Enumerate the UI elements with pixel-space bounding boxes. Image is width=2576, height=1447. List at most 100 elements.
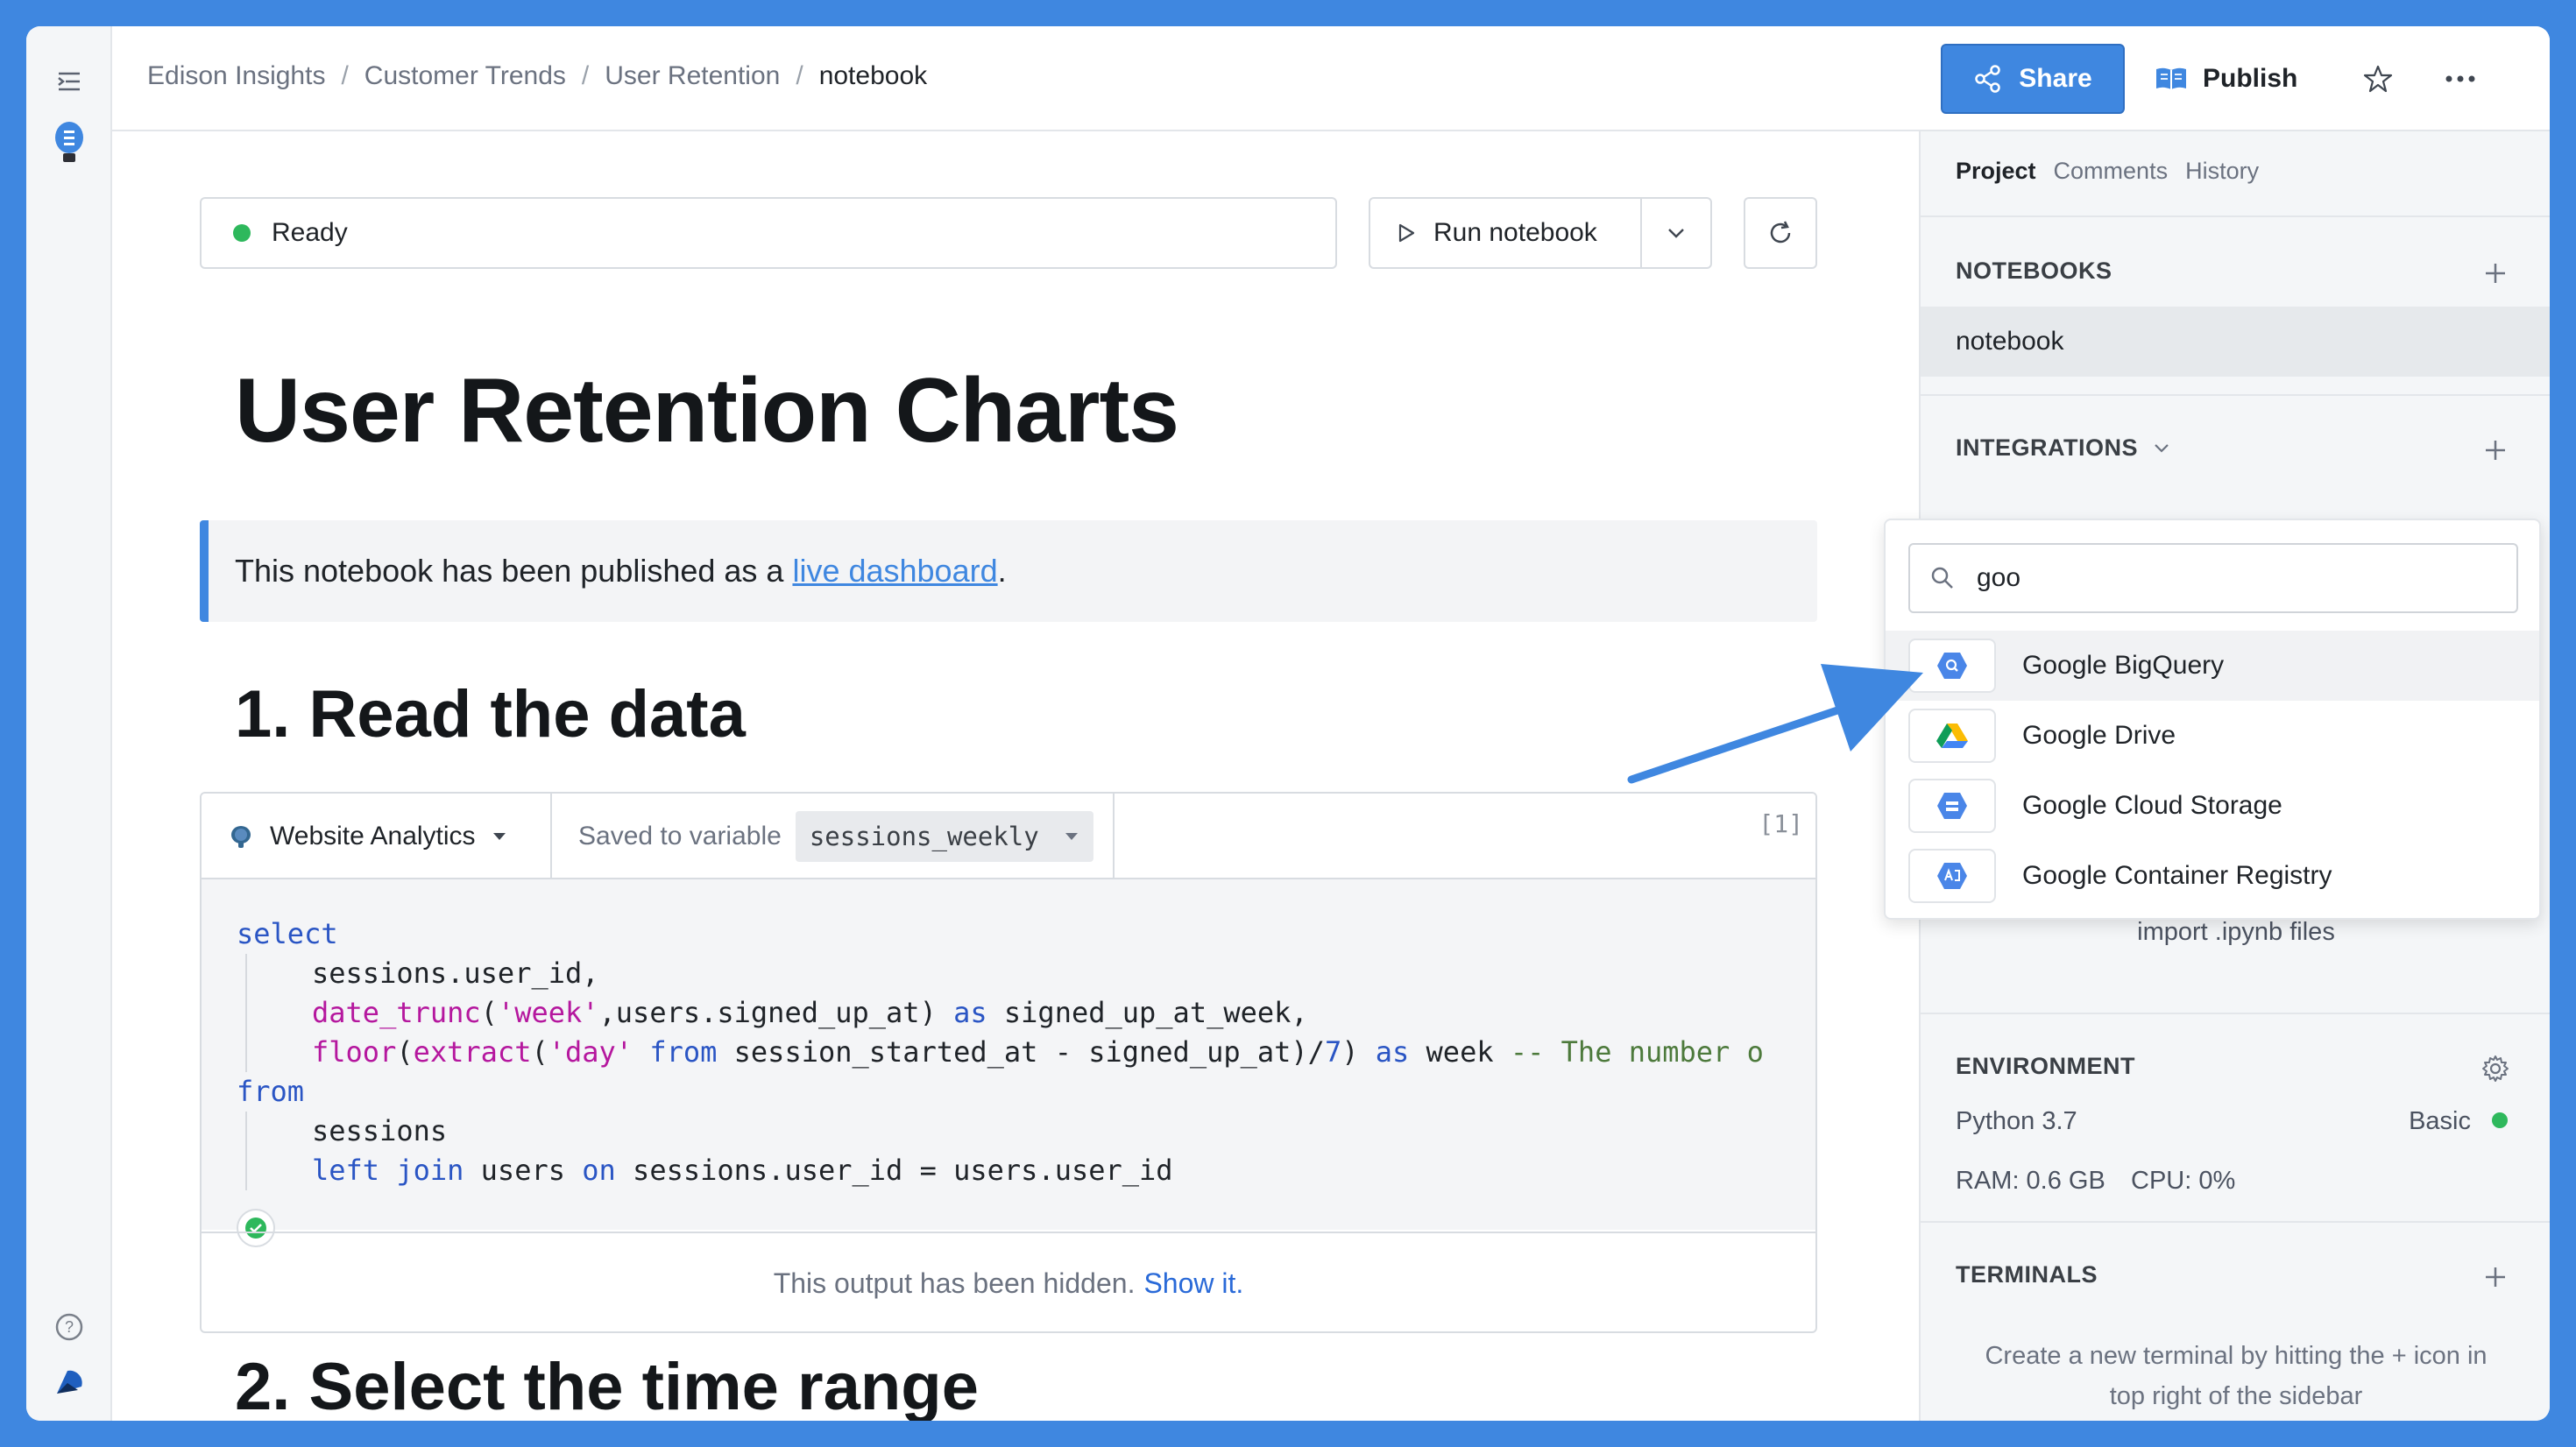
breadcrumb: Edison Insights / Customer Trends / User… — [147, 61, 927, 91]
notebooks-heading: NOTEBOOKS — [1956, 258, 2112, 284]
breadcrumb-separator: / — [796, 61, 803, 90]
notebook-title: User Retention Charts — [235, 360, 1179, 462]
integration-search-input[interactable]: goo — [1908, 543, 2518, 613]
code-line: floor(extract('day' from session_started… — [237, 1033, 1815, 1072]
run-options-dropdown[interactable] — [1642, 199, 1710, 267]
settings-gear-icon[interactable] — [2480, 1053, 2511, 1084]
share-icon — [1975, 65, 2001, 93]
environment-heading: ENVIRONMENT — [1956, 1053, 2136, 1079]
data-source-label: Website Analytics — [270, 822, 476, 851]
chevron-down-icon — [2155, 443, 2169, 453]
add-notebook-icon[interactable] — [2480, 258, 2511, 289]
sql-cell: Website Analytics Saved to variable sess… — [200, 792, 1817, 1333]
notebook-item-label: notebook — [1956, 327, 2064, 356]
breadcrumb-separator: / — [581, 61, 590, 90]
cell-header: Website Analytics Saved to variable sess… — [202, 794, 1815, 879]
postgres-icon — [231, 826, 251, 848]
section-heading-read-data: 1. Read the data — [235, 677, 746, 752]
caret-down-icon — [492, 833, 506, 840]
header-divider — [550, 794, 552, 879]
machine-tier[interactable]: Basic — [2409, 1107, 2471, 1136]
run-notebook-button[interactable]: Run notebook — [1370, 199, 1642, 267]
python-version: Python 3.7 — [1956, 1107, 2077, 1135]
restart-kernel-button[interactable] — [1744, 197, 1817, 269]
saved-variable: Saved to variable sessions_weekly — [578, 794, 1093, 879]
caret-down-icon — [1065, 833, 1078, 840]
tab-history[interactable]: History — [2185, 158, 2259, 185]
sql-code-editor[interactable]: select sessions.user_id, date_trunc('week'… — [202, 879, 1815, 1230]
share-button[interactable]: Share — [1941, 44, 2125, 114]
kernel-status: Ready — [200, 197, 1337, 269]
integration-search-popover: goo Google BigQuery Google Drive Google … — [1884, 519, 2541, 920]
integrations-heading[interactable]: INTEGRATIONS — [1956, 434, 2169, 462]
hidden-output-notice: This output has been hidden. Show it. — [202, 1232, 1815, 1331]
terminals-hint-line2: top right of the sidebar — [2109, 1382, 2363, 1410]
breadcrumb-item-notebook[interactable]: notebook — [819, 61, 927, 91]
breadcrumb-item-workspace[interactable]: Edison Insights — [147, 61, 325, 91]
option-google-container-registry[interactable]: Google Container Registry — [1886, 841, 2539, 911]
saved-variable-label: Saved to variable — [578, 822, 782, 851]
cpu-usage: CPU: 0% — [2131, 1167, 2236, 1195]
divider — [1921, 215, 2550, 217]
variable-name-select[interactable]: sessions_weekly — [795, 811, 1093, 862]
container-registry-icon — [1908, 849, 1996, 903]
add-integration-icon[interactable] — [2480, 434, 2511, 466]
variable-name: sessions_weekly — [809, 822, 1039, 851]
divider — [1921, 394, 2550, 396]
section-heading-time-range: 2. Select the time range — [235, 1350, 979, 1421]
left-rail: ? — [26, 26, 112, 1421]
data-source-selector[interactable]: Website Analytics — [228, 794, 507, 879]
share-label: Share — [2019, 64, 2092, 93]
breadcrumb-item-folder[interactable]: Customer Trends — [364, 61, 566, 91]
execution-count: [1] — [1759, 809, 1803, 838]
book-icon — [2156, 67, 2186, 89]
more-options-icon[interactable] — [2439, 58, 2481, 100]
show-output-link[interactable]: Show it. — [1143, 1267, 1243, 1300]
header-divider — [1113, 794, 1115, 879]
svg-text:?: ? — [65, 1318, 74, 1336]
sidebar-item-notebook[interactable]: notebook — [1921, 307, 2550, 377]
add-terminal-icon[interactable] — [2480, 1261, 2511, 1293]
help-icon[interactable]: ? — [49, 1307, 89, 1347]
live-dashboard-link[interactable]: live dashboard — [792, 553, 997, 589]
code-line: sessions.user_id, — [237, 954, 1815, 993]
callout-text: This notebook has been published as a — [235, 553, 784, 589]
divider — [1921, 1221, 2550, 1223]
ram-usage: RAM: 0.6 GB — [1956, 1167, 2105, 1195]
deepnote-logo-icon[interactable] — [49, 1361, 89, 1401]
tab-project[interactable]: Project — [1956, 158, 2036, 185]
code-line: from — [237, 1075, 305, 1108]
tab-comments[interactable]: Comments — [2054, 158, 2169, 185]
terminals-heading: TERMINALS — [1956, 1261, 2098, 1288]
option-google-drive[interactable]: Google Drive — [1886, 701, 2539, 771]
refresh-icon — [1770, 221, 1791, 244]
top-bar: Edison Insights / Customer Trends / User… — [112, 26, 2550, 131]
publish-button[interactable]: Publish — [2154, 44, 2320, 114]
option-label: Google Drive — [2022, 721, 2176, 750]
code-line: select — [237, 917, 338, 950]
breadcrumb-separator: / — [341, 61, 349, 90]
divider — [1921, 1013, 2550, 1014]
status-dot — [233, 224, 251, 242]
collapse-sidebar-icon[interactable] — [49, 61, 89, 102]
code-line: left join users on sessions.user_id = us… — [237, 1151, 1815, 1190]
app-logo-icon[interactable] — [49, 122, 89, 163]
option-google-cloud-storage[interactable]: Google Cloud Storage — [1886, 771, 2539, 841]
notebook-area: Ready Run notebook User Retention Charts… — [112, 131, 1865, 1421]
option-label: Google Cloud Storage — [2022, 791, 2282, 820]
search-icon — [1931, 567, 1953, 589]
published-callout: This notebook has been published as a li… — [200, 520, 1817, 622]
hidden-output-text: This output has been hidden. — [773, 1267, 1136, 1299]
star-icon[interactable] — [2357, 58, 2399, 100]
import-ipynb-text[interactable]: import .ipynb files — [1921, 918, 2550, 947]
search-query: goo — [1977, 563, 2021, 592]
integrations-label: INTEGRATIONS — [1956, 434, 2138, 461]
terminals-hint-line1: Create a new terminal by hitting the + i… — [1985, 1342, 2488, 1370]
sidebar-tabs: Project Comments History — [1956, 158, 2259, 185]
breadcrumb-item-project[interactable]: User Retention — [605, 61, 780, 91]
option-label: Google BigQuery — [2022, 651, 2225, 680]
option-google-bigquery[interactable]: Google BigQuery — [1886, 631, 2539, 701]
publish-label: Publish — [2203, 64, 2298, 93]
chevron-down-icon — [1668, 229, 1684, 238]
play-icon — [1398, 223, 1415, 243]
